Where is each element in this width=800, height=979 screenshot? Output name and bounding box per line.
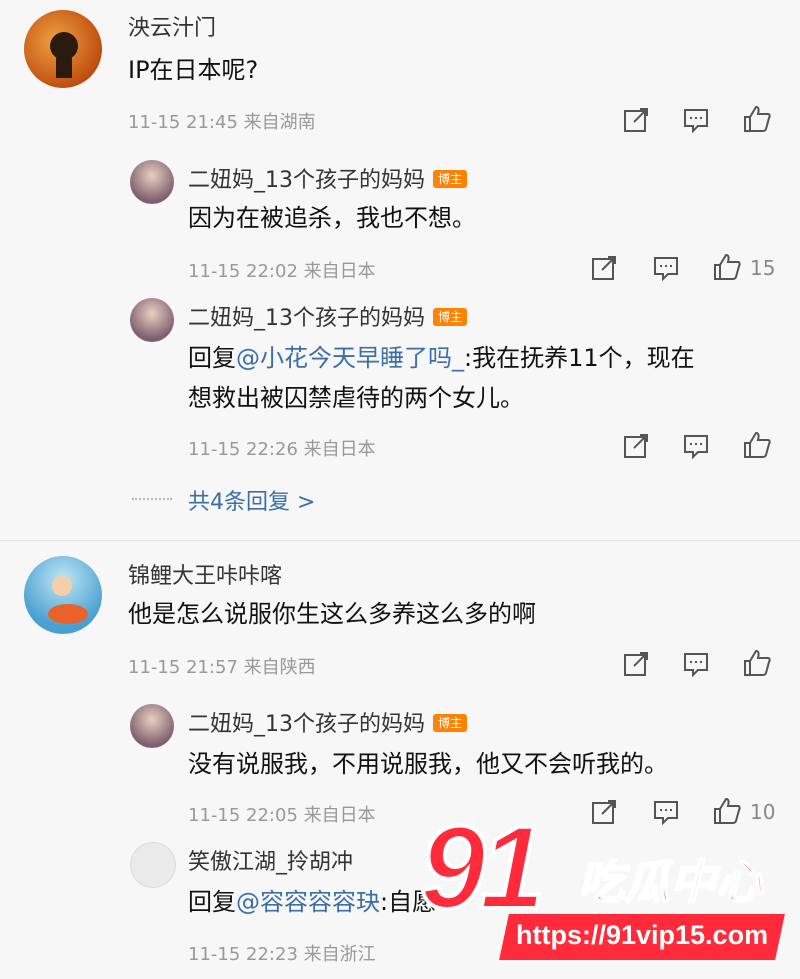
comment-text: 他是怎么说服你生这么多养这么多的啊: [128, 600, 536, 628]
reply-username[interactable]: 笑傲江湖_拎胡冲: [188, 844, 353, 876]
reply-username[interactable]: 二妞妈_13个孩子的妈妈 博主: [188, 706, 468, 738]
comment-icon[interactable]: [682, 650, 710, 678]
reply-prefix: 回复: [188, 888, 236, 916]
watermark: 91 吃瓜中心 https://91vip15.com: [418, 800, 800, 979]
reply-text: 没有说服我，不用说服我，他又不会听我的。: [188, 750, 668, 778]
reply-username-text[interactable]: 二妞妈_13个孩子的妈妈: [188, 712, 425, 737]
blogger-badge: 博主: [433, 714, 468, 732]
comment-meta: 11-15 21:57 来自陕西: [128, 657, 316, 678]
avatar[interactable]: [130, 704, 174, 748]
username[interactable]: 锦鲤大王咔咔喀: [128, 558, 282, 590]
mention-link[interactable]: @容容容容玦: [236, 888, 380, 916]
like-icon[interactable]: [742, 648, 771, 676]
watermark-brand: 吃瓜中心: [577, 854, 763, 910]
share-icon[interactable]: [622, 650, 650, 678]
reply-meta: 11-15 22:23 来自浙江: [188, 944, 376, 965]
avatar[interactable]: [130, 842, 176, 888]
avatar[interactable]: [24, 556, 102, 634]
watermark-url: https://91vip15.com: [516, 920, 769, 950]
reply-meta: 11-15 22:05 来自日本: [188, 805, 376, 826]
reply-text: 回复@容容容容玦:自愿: [188, 882, 436, 922]
